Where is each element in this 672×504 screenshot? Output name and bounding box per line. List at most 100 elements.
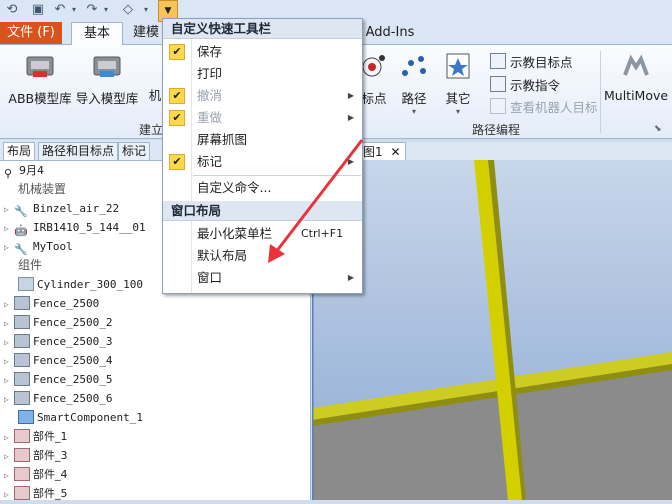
document-tab-strip: 图1 ✕ xyxy=(312,142,672,161)
station-icon: ⚲ xyxy=(4,167,13,180)
teach-target-button[interactable]: 示教目标点 xyxy=(490,53,573,71)
menu-item-minimize-ribbon[interactable]: 最小化菜单栏 Ctrl+F1 xyxy=(163,223,362,245)
tab-modeling[interactable]: 建模 xyxy=(128,22,164,44)
menu-item-redo[interactable]: ✔ 重做 ▶ xyxy=(163,107,362,129)
chevron-down-icon: ▾ xyxy=(455,107,460,116)
teach-instruction-button[interactable]: 示教指令 xyxy=(490,76,560,94)
tab-file[interactable]: 文件 (F) xyxy=(0,22,62,44)
tab-addins[interactable]: Add-Ins xyxy=(362,22,418,44)
check-icon: ✔ xyxy=(169,88,185,104)
multimove-button[interactable]: MultiMove xyxy=(604,45,668,103)
app-icon[interactable]: ⟲ xyxy=(4,2,20,18)
chevron-down-icon[interactable]: ▾ xyxy=(98,2,114,18)
tree-item[interactable]: ▷ Fence_2500_5 xyxy=(4,370,112,389)
part-icon xyxy=(14,467,30,481)
tree-item[interactable]: ▷ 部件_3 xyxy=(4,446,68,465)
part-icon xyxy=(18,277,34,291)
import-library-icon xyxy=(93,56,121,77)
part-icon xyxy=(14,448,30,462)
tree-item[interactable]: ▷ Fence_2500 xyxy=(4,294,99,313)
smart-component-icon xyxy=(18,410,34,424)
submenu-arrow-icon: ▶ xyxy=(347,157,354,166)
group-label-path-programming: 路径编程 xyxy=(471,123,520,137)
expand-icon[interactable]: ▷ xyxy=(4,200,14,219)
tree-item[interactable]: Cylinder_300_100 xyxy=(18,275,143,294)
fence-icon xyxy=(14,334,30,348)
tree-item[interactable]: ▷ Fence_2500_3 xyxy=(4,332,112,351)
star-icon xyxy=(446,53,470,79)
expand-icon[interactable]: ▷ xyxy=(4,295,14,314)
tree-item[interactable]: ▷ 🔧 MyTool xyxy=(4,237,73,256)
tree-item[interactable]: ▷ 部件_1 xyxy=(4,427,68,446)
scene-graphics xyxy=(312,160,672,500)
expand-icon[interactable]: ▷ xyxy=(4,485,14,504)
dialog-launcher-icon[interactable]: ⬊ xyxy=(654,124,662,134)
expand-icon[interactable]: ▷ xyxy=(4,390,14,409)
robot-icon: 🤖 xyxy=(14,224,28,237)
tree-item[interactable]: SmartComponent_1 xyxy=(18,408,143,427)
save-icon[interactable]: ▣ xyxy=(30,2,46,18)
expand-icon[interactable]: ▷ xyxy=(4,428,14,447)
tree-item[interactable]: ▷ 部件_4 xyxy=(4,465,68,484)
path-button[interactable]: 路径 ▾ xyxy=(396,45,432,116)
tree-item[interactable]: ▷ Fence_2500_4 xyxy=(4,351,112,370)
expand-icon[interactable]: ▷ xyxy=(4,238,14,257)
ribbon-separator xyxy=(600,51,601,133)
expand-icon[interactable]: ▷ xyxy=(4,333,14,352)
menu-item-screenshot[interactable]: 屏幕抓图 xyxy=(163,129,362,151)
menu-item-print[interactable]: 打印 xyxy=(163,63,362,85)
expand-icon[interactable]: ▷ xyxy=(4,447,14,466)
menu-item-customize[interactable]: 自定义命令... xyxy=(163,177,362,199)
tree-item[interactable]: ▷ 部件_5 xyxy=(4,484,68,503)
expand-icon[interactable]: ▷ xyxy=(4,466,14,485)
expand-icon[interactable]: ▷ xyxy=(4,371,14,390)
fence-icon xyxy=(14,296,30,310)
tree-item[interactable]: ▷ Fence_2500_6 xyxy=(4,389,112,408)
fence-icon xyxy=(14,315,30,329)
tag-icon[interactable]: ◇ xyxy=(120,2,136,18)
chevron-down-icon: ▾ xyxy=(411,107,416,116)
menu-item-window[interactable]: 窗口 ▶ xyxy=(163,267,362,289)
other-button[interactable]: 其它 ▾ xyxy=(440,45,476,116)
menu-header-window-layout: 窗口布局 xyxy=(163,201,362,221)
fence-icon xyxy=(14,353,30,367)
check-icon: ✔ xyxy=(169,110,185,126)
tree-station[interactable]: ⚲ 9月4 xyxy=(4,161,44,180)
view-robot-target-button[interactable]: 查看机器人目标 xyxy=(490,98,598,116)
expand-icon[interactable]: ▷ xyxy=(4,314,14,333)
tree-category-parts: 组件 xyxy=(18,258,43,272)
tree-item[interactable]: ▷ 🤖 IRB1410_5_144__01 xyxy=(4,218,146,237)
menu-item-save[interactable]: ✔ 保存 xyxy=(163,41,362,63)
fence-icon xyxy=(14,372,30,386)
machine-button-partial[interactable]: 机 xyxy=(148,85,162,104)
close-icon[interactable]: ✕ xyxy=(390,145,400,159)
submenu-arrow-icon: ▶ xyxy=(347,91,354,100)
part-icon xyxy=(14,486,30,500)
tab-layout[interactable]: 布局 xyxy=(3,142,36,160)
chevron-down-icon[interactable]: ▾ xyxy=(138,2,154,18)
expand-icon[interactable]: ▷ xyxy=(4,219,14,238)
tool-icon: 🔧 xyxy=(14,243,28,256)
customize-toolbar-menu: 自定义快速工具栏 ✔ 保存 打印 ✔ 撤消 ▶ ✔ 重做 ▶ 屏幕抓图 ✔ 标记 ▶ 自定义命… xyxy=(162,18,363,294)
import-library-button[interactable]: 导入模型库 xyxy=(72,45,142,107)
part-icon xyxy=(14,429,30,443)
tree-category-machines: 机械装置 xyxy=(18,182,67,196)
expand-icon[interactable]: ▷ xyxy=(4,352,14,371)
teach-target-icon xyxy=(490,53,506,69)
tab-markup[interactable]: 标记 xyxy=(118,142,151,160)
group-label-build: 建立 xyxy=(138,123,163,137)
menu-item-undo[interactable]: ✔ 撤消 ▶ xyxy=(163,85,362,107)
path-icon xyxy=(402,56,426,76)
menu-header-quick-toolbar: 自定义快速工具栏 xyxy=(163,19,362,39)
tree-item[interactable]: ▷ 🔧 Binzel_air_22 xyxy=(4,199,119,218)
tab-paths-targets[interactable]: 路径和目标点 xyxy=(38,142,119,160)
3d-viewport[interactable] xyxy=(312,160,672,500)
menu-item-markup[interactable]: ✔ 标记 ▶ xyxy=(163,151,362,173)
view-tab[interactable]: 图1 ✕ xyxy=(358,142,406,161)
tab-basic[interactable]: 基本 xyxy=(71,22,123,45)
chevron-down-icon[interactable]: ▾ xyxy=(66,2,82,18)
tree-item[interactable]: ▷ Fence_2500_2 xyxy=(4,313,112,332)
abb-library-button[interactable]: ABB模型库 xyxy=(4,45,76,107)
menu-item-default-layout[interactable]: 默认布局 xyxy=(163,245,362,267)
tool-icon: 🔧 xyxy=(14,205,28,218)
